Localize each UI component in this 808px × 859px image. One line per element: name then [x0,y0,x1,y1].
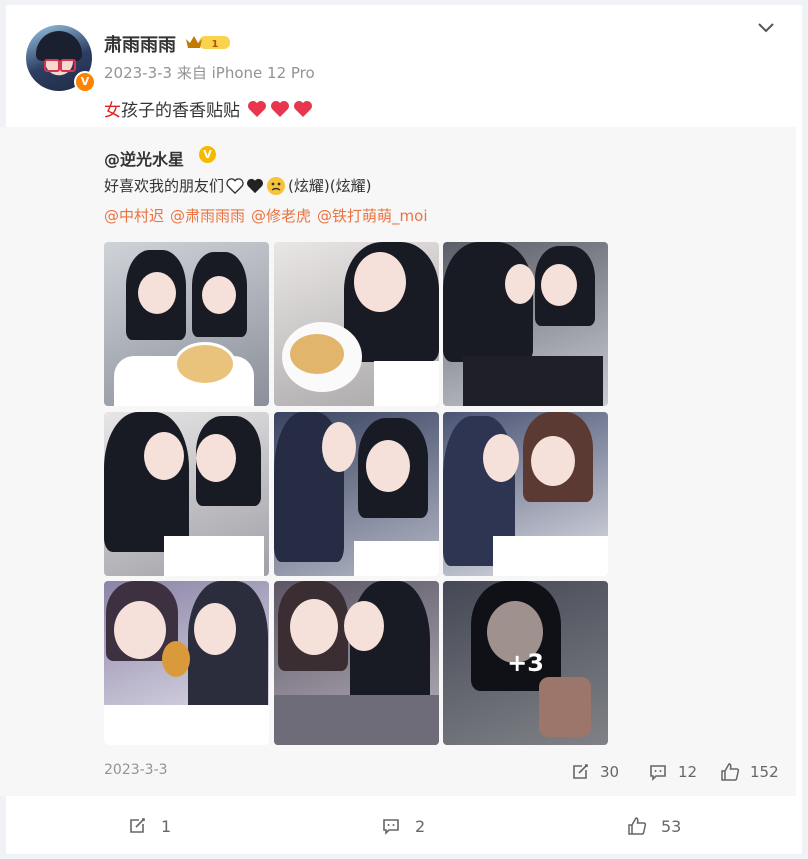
mention-link[interactable]: @中村迟 [104,205,164,226]
mention-link[interactable]: @修老虎 [251,205,311,226]
repost-share-count: 30 [600,763,620,781]
photo-thumbnail[interactable] [443,242,608,406]
photo-thumbnail[interactable] [274,412,439,576]
sad-face-icon [267,176,286,195]
repost-comment-stat[interactable]: 12 [648,762,697,782]
footer-share-count: 1 [161,816,172,836]
photo-grid: +3 [104,242,608,745]
repost-author[interactable]: @逆光水星 [104,146,184,170]
mention-link[interactable]: @肃雨雨雨 [170,205,245,226]
verified-badge: V [74,71,96,93]
post-text-highlight: 女 [104,101,121,121]
post-meta: 2023-3-3 来自 iPhone 12 Pro [104,62,315,83]
repost-share-stat[interactable]: 30 [570,762,619,782]
photo-thumbnail[interactable] [274,242,439,406]
level-badge-icon[interactable]: 1 [185,34,231,51]
post-date[interactable]: 2023-3-3 [104,64,172,82]
comment-icon [650,765,666,781]
repost-text: 好喜欢我的朋友们 (炫耀)(炫耀) [104,175,371,196]
post-text: 女孩子的香香贴贴 [104,96,313,121]
post-source: 来自 iPhone 12 Pro [176,64,315,82]
like-icon [628,817,647,835]
photo-thumbnail[interactable] [104,412,269,576]
white-heart-icon [226,177,244,194]
repost-like-count: 152 [750,763,779,781]
repost-date[interactable]: 2023-3-3 [104,762,168,778]
photo-thumbnail[interactable] [104,581,269,745]
more-photos-label[interactable]: +3 [443,581,608,745]
footer-comment-count: 2 [415,816,426,836]
heart-emoji-icon [294,101,313,117]
footer-like-button[interactable]: 53 [627,816,681,836]
photo-thumbnail[interactable] [274,581,439,745]
photo-thumbnail[interactable] [443,412,608,576]
heart-emoji-icon [248,101,267,117]
repost-comment-count: 12 [678,763,698,781]
author-name[interactable]: 肃雨雨雨 [104,31,176,57]
footer-share-button[interactable]: 1 [127,816,171,836]
share-icon [130,818,145,833]
mention-list: @中村迟 @肃雨雨雨 @修老虎 @铁打萌萌_moi [104,205,428,226]
repost-like-stat[interactable]: 152 [720,762,779,782]
black-heart-icon [247,178,264,193]
mention-link[interactable]: @铁打萌萌_moi [317,205,427,226]
photo-thumbnail[interactable]: +3 [443,581,608,745]
repost-text-tail: (炫耀)(炫耀) [288,177,372,195]
comment-icon [383,819,399,835]
repost-verified-badge: V [199,146,216,163]
share-icon [573,764,588,779]
level-badge-number: 1 [212,39,219,50]
like-icon [721,763,740,781]
heart-emoji-icon [271,101,290,117]
chevron-down-icon[interactable] [756,20,776,34]
repost-text-start: 好喜欢我的朋友们 [104,177,225,195]
photo-thumbnail[interactable] [104,242,269,406]
footer-like-count: 53 [661,816,682,836]
footer-comment-button[interactable]: 2 [381,816,425,836]
post-text-rest: 孩子的香香贴贴 [121,101,240,121]
